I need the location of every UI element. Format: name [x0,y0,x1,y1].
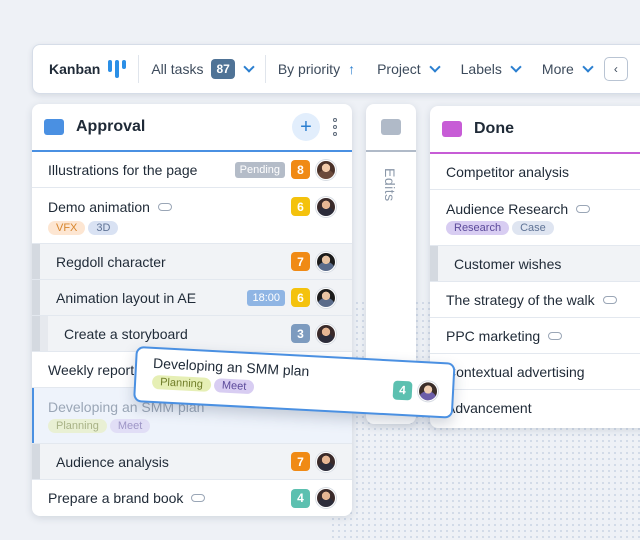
task-count-badge: 87 [211,59,235,79]
column-approval: Approval + Illustrations for the page Pe… [32,104,352,516]
task-row[interactable]: The strategy of the walk [430,282,640,318]
avatar [316,323,336,344]
chevron-left-icon: ‹ [613,62,618,76]
sort-by-priority[interactable]: By priority ↑ [278,61,355,77]
avatar [316,159,336,180]
task-title: The strategy of the walk [446,291,595,308]
priority-badge: 7 [291,452,310,471]
collapse-button[interactable]: ‹ [603,57,628,81]
chevron-down-icon [510,61,522,73]
task-title: PPC marketing [446,327,541,344]
subtask-row[interactable]: Regdoll character 7 [32,244,352,280]
task-title: Advancement [446,400,532,416]
column-title: Done [474,120,514,137]
priority-badge: 3 [291,324,310,343]
labels-filter[interactable]: Labels [460,61,522,77]
task-title: Customer wishes [454,255,562,272]
priority-badge: 4 [392,380,413,400]
attachment-icon [548,331,563,340]
arrow-up-icon: ↑ [348,61,356,77]
sort-label: By priority [277,61,341,77]
subtask-row[interactable]: Customer wishes [430,246,640,282]
all-tasks-filter[interactable]: All tasks 87 [151,59,255,79]
task-title: Prepare a brand book [48,490,184,506]
project-filter[interactable]: Project [377,61,441,77]
attachment-icon [602,295,617,304]
tag-label: Research [446,220,510,235]
task-row[interactable]: Demo animation 6 VFX 3D [32,188,352,244]
chevron-down-icon [428,61,441,73]
tag-label: Planning [151,374,212,392]
subtask-row[interactable]: Audience analysis 7 [32,444,352,480]
subtask-row[interactable]: Create a storyboard 3 [32,316,352,352]
task-row[interactable]: Advancement [430,390,640,426]
column-header [366,104,416,152]
tag-label: 3D [88,220,119,235]
tag-label: Case [512,220,554,235]
kanban-logo-icon [108,60,127,78]
more-filter[interactable]: More [541,61,594,77]
column-done: Done Competitor analysis Audience Resear… [430,106,640,428]
priority-badge: 6 [291,288,310,307]
toolbar-divider [138,55,140,83]
tag-label: Planning [48,418,107,433]
tag-label: VFX [48,220,86,235]
avatar [316,488,336,508]
time-badge: 18:00 [247,289,285,306]
more-label: More [541,61,574,77]
status-badge: Pending [234,161,285,178]
app-title: Kanban [49,61,101,77]
toolbar: Kanban All tasks 87 By priority ↑ Projec… [32,44,640,94]
priority-badge: 7 [291,252,310,271]
column-title: Approval [76,118,146,135]
task-row[interactable]: Competitor analysis [430,154,640,190]
task-row[interactable]: Illustrations for the page Pending 8 [32,152,352,188]
avatar [316,451,336,472]
all-tasks-label: All tasks [151,61,204,77]
task-title: Demo animation [48,198,150,215]
task-row[interactable]: Audience Research Research Case [430,190,640,246]
column-header: Approval + [32,104,352,152]
chevron-down-icon [243,61,255,73]
chevron-down-icon [582,61,594,73]
priority-badge: 4 [291,488,310,508]
task-row[interactable]: Prepare a brand book 4 [32,480,352,516]
column-header: Done [430,106,640,154]
column-color-swatch [44,119,64,135]
task-title: Illustrations for the page [48,161,198,178]
column-color-swatch [381,119,401,135]
priority-badge: 6 [291,197,310,216]
task-row[interactable]: Contextual advertising [430,354,640,390]
avatar [316,287,336,308]
toolbar-divider [264,55,266,83]
column-menu-button[interactable] [330,118,340,136]
plus-icon: + [300,115,312,138]
task-title: Audience analysis [56,453,169,470]
attachment-icon [576,204,591,213]
task-title: Create a storyboard [64,325,188,342]
labels-label: Labels [460,61,502,77]
task-title: Weekly report [48,361,135,378]
project-label: Project [377,61,421,77]
avatar [316,251,336,272]
avatar [417,380,439,402]
avatar [316,196,336,217]
tag-label: Meet [109,418,151,433]
task-row[interactable]: PPC marketing [430,318,640,354]
subtask-row[interactable]: Animation layout in AE 18:00 6 [32,280,352,316]
add-task-button[interactable]: + [292,113,320,141]
task-title: Animation layout in AE [56,289,197,306]
task-title: Contextual advertising [446,363,585,380]
attachment-icon [191,494,206,502]
attachment-icon [157,202,172,211]
task-title: Audience Research [446,200,569,217]
task-title: Competitor analysis [446,163,569,180]
priority-badge: 8 [291,160,310,179]
column-title: Edits [382,168,398,202]
tag-label: Meet [213,378,255,395]
task-title: Regdoll character [56,253,166,270]
column-color-swatch [442,121,462,137]
